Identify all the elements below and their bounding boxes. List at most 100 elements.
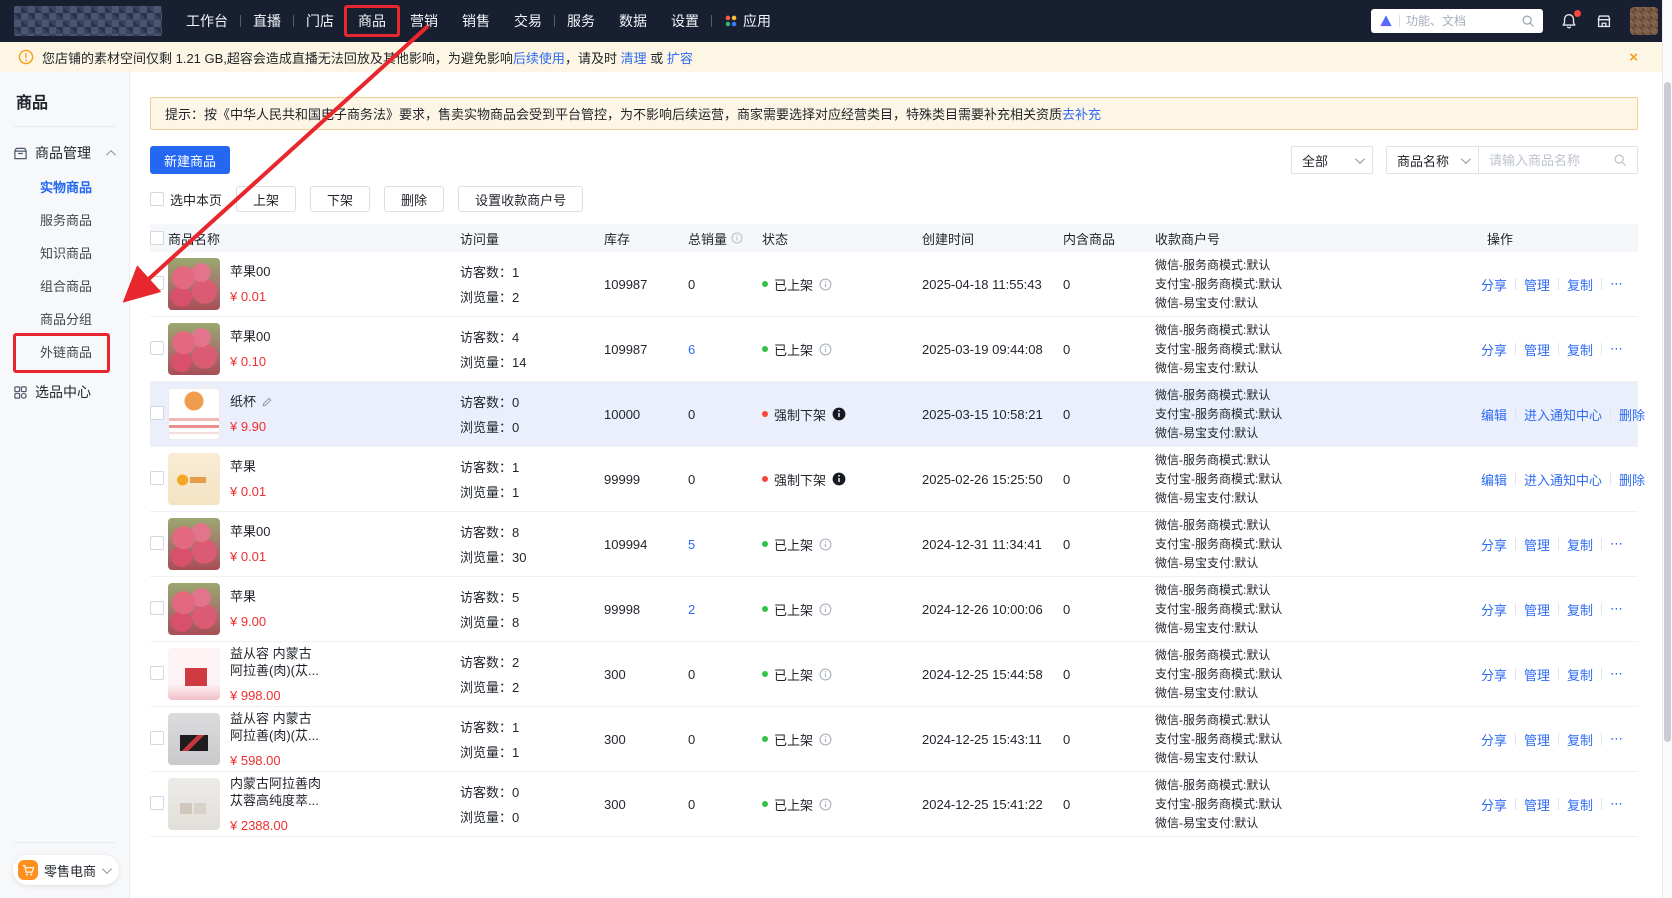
- batch-delete-button[interactable]: 删除: [384, 186, 444, 212]
- action-link[interactable]: 删除: [1619, 405, 1645, 424]
- info-icon[interactable]: [819, 343, 832, 356]
- action-link[interactable]: 进入通知中心: [1524, 470, 1602, 489]
- action-link[interactable]: 复制: [1567, 730, 1593, 749]
- global-search[interactable]: [1371, 9, 1543, 33]
- alert-expand-link[interactable]: 扩容: [667, 51, 693, 66]
- nav-item-live[interactable]: 直播: [241, 0, 293, 42]
- action-link[interactable]: 编辑: [1481, 470, 1507, 489]
- more-actions-button[interactable]: ⋯: [1610, 276, 1623, 292]
- action-link[interactable]: 管理: [1524, 600, 1550, 619]
- row-checkbox[interactable]: [150, 536, 164, 550]
- row-checkbox[interactable]: [150, 341, 164, 355]
- more-actions-button[interactable]: ⋯: [1610, 536, 1623, 552]
- action-link[interactable]: 管理: [1524, 795, 1550, 814]
- action-link[interactable]: 复制: [1567, 535, 1593, 554]
- action-link[interactable]: 分享: [1481, 535, 1507, 554]
- select-page-checkbox[interactable]: [150, 192, 164, 206]
- sales-cell[interactable]: 5: [688, 537, 762, 552]
- action-link[interactable]: 复制: [1567, 665, 1593, 684]
- action-link[interactable]: 管理: [1524, 730, 1550, 749]
- row-checkbox[interactable]: [150, 406, 164, 420]
- action-link[interactable]: 删除: [1619, 470, 1645, 489]
- row-checkbox[interactable]: [150, 276, 164, 290]
- nav-item-products[interactable]: 商品: [346, 0, 398, 42]
- info-filled-icon[interactable]: [832, 407, 846, 421]
- edit-name-icon[interactable]: [261, 396, 273, 408]
- notifications-button[interactable]: [1560, 12, 1578, 30]
- action-link[interactable]: 复制: [1567, 340, 1593, 359]
- info-icon[interactable]: [819, 798, 832, 811]
- avatar[interactable]: [1630, 7, 1658, 35]
- nav-item-settings[interactable]: 设置: [659, 0, 711, 42]
- search-icon[interactable]: [1613, 153, 1627, 167]
- row-checkbox[interactable]: [150, 601, 164, 615]
- action-link[interactable]: 分享: [1481, 795, 1507, 814]
- action-link[interactable]: 进入通知中心: [1524, 405, 1602, 424]
- batch-set-merchant-button[interactable]: 设置收款商户号: [458, 186, 583, 212]
- sales-cell[interactable]: 2: [688, 602, 762, 617]
- info-icon[interactable]: [819, 278, 832, 291]
- action-link[interactable]: 分享: [1481, 600, 1507, 619]
- sidebar-item-combo-products[interactable]: 组合商品: [0, 270, 129, 303]
- sidebar-item-knowledge-products[interactable]: 知识商品: [0, 237, 129, 270]
- nav-item-service[interactable]: 服务: [555, 0, 607, 42]
- nav-item-marketing[interactable]: 营销: [398, 0, 450, 42]
- more-actions-button[interactable]: ⋯: [1610, 341, 1623, 357]
- nav-item-data[interactable]: 数据: [607, 0, 659, 42]
- alert-clean-link[interactable]: 清理: [621, 51, 647, 66]
- action-link[interactable]: 管理: [1524, 665, 1550, 684]
- sidebar-item-product-groups[interactable]: 商品分组: [0, 303, 129, 336]
- action-link[interactable]: 复制: [1567, 795, 1593, 814]
- action-link[interactable]: 管理: [1524, 275, 1550, 294]
- action-link[interactable]: 复制: [1567, 600, 1593, 619]
- storefront-button[interactable]: [1595, 12, 1613, 30]
- new-product-button[interactable]: 新建商品: [150, 146, 230, 174]
- action-link[interactable]: 分享: [1481, 340, 1507, 359]
- alert-docs-link[interactable]: 后续使用: [513, 51, 565, 66]
- close-icon[interactable]: ×: [1629, 50, 1638, 65]
- info-icon[interactable]: [731, 232, 743, 244]
- batch-delist-button[interactable]: 下架: [310, 186, 370, 212]
- info-icon[interactable]: [819, 603, 832, 616]
- nav-item-sales[interactable]: 销售: [450, 0, 502, 42]
- search-field-select[interactable]: 商品名称: [1387, 147, 1479, 173]
- action-link[interactable]: 分享: [1481, 275, 1507, 294]
- scrollbar-thumb[interactable]: [1664, 82, 1671, 742]
- global-search-input[interactable]: [1406, 14, 1515, 28]
- more-actions-button[interactable]: ⋯: [1610, 666, 1623, 682]
- tip-supplement-link[interactable]: 去补充: [1062, 104, 1101, 123]
- nav-item-workbench[interactable]: 工作台: [174, 0, 240, 42]
- action-link[interactable]: 管理: [1524, 340, 1550, 359]
- select-all-checkbox[interactable]: [150, 231, 164, 245]
- action-link[interactable]: 分享: [1481, 665, 1507, 684]
- more-actions-button[interactable]: ⋯: [1610, 601, 1623, 617]
- more-actions-button[interactable]: ⋯: [1610, 731, 1623, 747]
- info-filled-icon[interactable]: [832, 472, 846, 486]
- search-icon[interactable]: [1521, 14, 1535, 28]
- sidebar-item-selection-center[interactable]: 选品中心: [0, 374, 129, 410]
- store-switcher[interactable]: 零售电商: [13, 855, 119, 885]
- more-actions-button[interactable]: ⋯: [1610, 796, 1623, 812]
- action-link[interactable]: 复制: [1567, 275, 1593, 294]
- sales-cell[interactable]: 6: [688, 342, 762, 357]
- action-link[interactable]: 编辑: [1481, 405, 1507, 424]
- status-filter-select[interactable]: 全部: [1291, 146, 1373, 174]
- sidebar-item-external-link-products[interactable]: 外链商品: [0, 336, 129, 369]
- sidebar-item-physical-products[interactable]: 实物商品: [0, 171, 129, 204]
- action-link[interactable]: 管理: [1524, 535, 1550, 554]
- info-icon[interactable]: [819, 668, 832, 681]
- nav-item-trade[interactable]: 交易: [502, 0, 554, 42]
- sidebar-group-product-management[interactable]: 商品管理: [0, 135, 129, 171]
- nav-item-apps[interactable]: 应用: [712, 0, 783, 42]
- sidebar-item-service-products[interactable]: 服务商品: [0, 204, 129, 237]
- row-checkbox[interactable]: [150, 731, 164, 745]
- info-icon[interactable]: [819, 733, 832, 746]
- row-checkbox[interactable]: [150, 666, 164, 680]
- product-search-input[interactable]: [1489, 153, 1613, 168]
- row-checkbox[interactable]: [150, 471, 164, 485]
- row-checkbox[interactable]: [150, 796, 164, 810]
- nav-item-stores[interactable]: 门店: [294, 0, 346, 42]
- action-link[interactable]: 分享: [1481, 730, 1507, 749]
- batch-list-button[interactable]: 上架: [236, 186, 296, 212]
- info-icon[interactable]: [819, 538, 832, 551]
